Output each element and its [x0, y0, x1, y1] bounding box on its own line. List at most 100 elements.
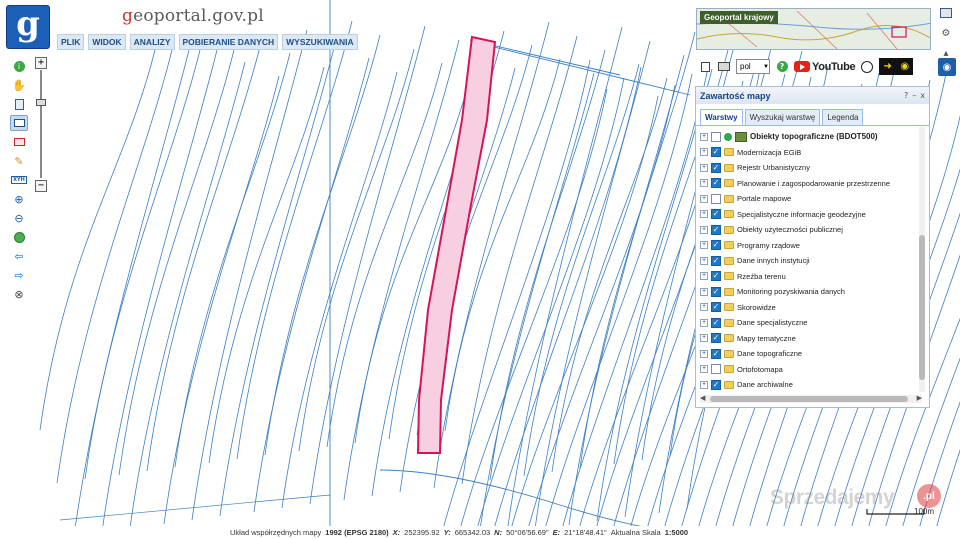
layer-row[interactable]: + Mapy tematyczne — [700, 331, 915, 347]
high-contrast-button[interactable]: ➜ ◉ — [879, 58, 914, 75]
expand-icon[interactable]: + — [700, 380, 708, 389]
layer-checkbox[interactable] — [711, 379, 721, 390]
youtube-link[interactable]: YouTube — [794, 61, 856, 73]
measure-pencil-icon[interactable]: ✎ — [10, 153, 28, 169]
expand-icon[interactable]: + — [700, 365, 708, 374]
layer-checkbox[interactable] — [711, 162, 721, 173]
layer-row[interactable]: + Skorowidze — [700, 300, 915, 316]
layer-row[interactable]: + Dane specjalistyczne — [700, 315, 915, 331]
language-select[interactable]: pol ▼ — [736, 59, 770, 74]
folder-icon — [724, 303, 734, 312]
help-icon[interactable]: ? — [775, 60, 789, 74]
zoom-plus-button[interactable]: + — [35, 57, 47, 69]
expand-icon[interactable]: + — [700, 349, 708, 358]
clear-cross-icon[interactable]: ⊗ — [10, 286, 28, 302]
layer-checkbox[interactable] — [711, 271, 721, 282]
layer-checkbox[interactable] — [711, 178, 721, 189]
layer-checkbox[interactable] — [711, 348, 721, 359]
zoom-in-icon[interactable]: ⊕ — [10, 191, 28, 207]
expand-icon[interactable]: + — [700, 256, 708, 265]
layer-row[interactable]: + Dane topograficzne — [700, 346, 915, 362]
panel-minimize-button[interactable]: – — [912, 91, 916, 100]
expand-icon[interactable]: + — [700, 334, 708, 343]
expand-icon[interactable]: + — [700, 148, 708, 157]
scroll-left-icon[interactable]: ◀ — [700, 394, 705, 402]
layer-checkbox[interactable] — [711, 317, 721, 328]
menu-analizy[interactable]: ANALIZY — [129, 34, 175, 50]
expand-icon[interactable]: + — [700, 225, 708, 234]
layer-row[interactable]: + Obiekty użyteczności publicznej — [700, 222, 915, 238]
watermark-text: Sprzedajemy — [770, 486, 895, 509]
horizontal-scrollbar[interactable]: ◀ ▶ — [700, 394, 922, 403]
xyz-coordinates-icon[interactable]: XYH — [10, 172, 28, 188]
next-view-arrow-icon[interactable]: ⇨ — [10, 267, 28, 283]
expand-icon[interactable]: + — [700, 179, 708, 188]
gear-icon[interactable]: ⚙ — [938, 26, 954, 40]
layer-checkbox[interactable] — [711, 209, 721, 220]
selected-parcel[interactable] — [416, 35, 497, 454]
layer-row[interactable]: + Dane innych instytucji — [700, 253, 915, 269]
zoom-handle[interactable] — [36, 99, 46, 106]
expand-icon[interactable]: + — [700, 241, 708, 250]
print-icon[interactable] — [717, 60, 731, 74]
tab-legenda[interactable]: Legenda — [822, 109, 864, 125]
menu-pobieranie-danych[interactable]: POBIERANIE DANYCH — [178, 34, 279, 50]
home-icon[interactable] — [938, 6, 954, 20]
menu-plik[interactable]: PLIK — [57, 34, 85, 50]
scroll-right-icon[interactable]: ▶ — [917, 394, 922, 402]
expand-icon[interactable]: + — [700, 132, 708, 141]
layer-row[interactable]: + Monitoring pozyskiwania danych — [700, 284, 915, 300]
layer-row[interactable]: + Rejestr Urbanistyczny — [700, 160, 915, 176]
geoportal-logo[interactable]: g — [6, 5, 50, 49]
view-eye-icon[interactable]: ◉ — [938, 58, 956, 76]
layer-row[interactable]: + Dane archiwalne — [700, 377, 915, 391]
full-extent-globe-icon[interactable] — [10, 229, 28, 245]
previous-view-arrow-icon[interactable]: ⇦ — [10, 248, 28, 264]
panel-close-button[interactable]: x — [920, 91, 925, 100]
select-area-icon[interactable] — [10, 115, 28, 131]
zoom-track[interactable] — [40, 70, 42, 178]
document-icon[interactable] — [10, 96, 28, 112]
layer-checkbox[interactable] — [711, 286, 721, 297]
vertical-scrollbar-thumb[interactable] — [919, 235, 925, 380]
layer-checkbox[interactable] — [711, 364, 721, 375]
layer-row[interactable]: + Modernizacja EGiB — [700, 145, 915, 161]
expand-icon[interactable]: + — [700, 303, 708, 312]
layer-checkbox[interactable] — [711, 193, 721, 204]
layer-row[interactable]: + Programy rządowe — [700, 238, 915, 254]
tab-wyszukaj-warstwe[interactable]: Wyszukaj warstwę — [744, 109, 821, 125]
layer-row[interactable]: + Specjalistyczne informacje geodezyjne — [700, 207, 915, 223]
expand-icon[interactable]: + — [700, 287, 708, 296]
expand-icon[interactable]: + — [700, 194, 708, 203]
overview-map[interactable]: Geoportal krajowy — [696, 8, 931, 50]
layer-checkbox[interactable] — [711, 147, 721, 158]
layer-checkbox[interactable] — [711, 240, 721, 251]
layer-row[interactable]: + Planowanie i zagospodarowanie przestrze… — [700, 176, 915, 192]
expand-icon[interactable]: + — [700, 163, 708, 172]
pan-hand-icon[interactable]: ✋ — [10, 77, 28, 93]
expand-icon[interactable]: + — [700, 210, 708, 219]
layer-checkbox[interactable] — [711, 131, 721, 142]
zoom-out-icon[interactable]: ⊖ — [10, 210, 28, 226]
layer-checkbox[interactable] — [711, 302, 721, 313]
menu-wyszukiwania[interactable]: WYSZUKIWANIA — [282, 34, 358, 50]
layer-checkbox[interactable] — [711, 333, 721, 344]
parcel-boundary — [541, 73, 693, 539]
layer-checkbox[interactable] — [711, 224, 721, 235]
layer-row[interactable]: + Rzeźba terenu — [700, 269, 915, 285]
expand-icon[interactable]: + — [700, 272, 708, 281]
zoom-minus-button[interactable]: − — [35, 180, 47, 192]
notes-icon[interactable] — [698, 60, 712, 74]
panel-help-button[interactable]: ? — [904, 91, 908, 100]
layer-checkbox[interactable] — [711, 255, 721, 266]
layer-row-bdot500[interactable]: + Obiekty topograficzne (BDOT500) — [700, 129, 915, 145]
tab-warstwy[interactable]: Warstwy — [700, 109, 743, 125]
layer-row[interactable]: + Ortofotomapa — [700, 362, 915, 378]
remove-selection-icon[interactable] — [10, 134, 28, 150]
layer-row[interactable]: + Portale mapowe — [700, 191, 915, 207]
menu-widok[interactable]: WIDOK — [88, 34, 126, 50]
accessibility-icon[interactable] — [860, 60, 874, 74]
expand-icon[interactable]: + — [700, 318, 708, 327]
info-icon[interactable]: i — [10, 58, 28, 74]
horizontal-scrollbar-thumb[interactable] — [710, 396, 908, 402]
